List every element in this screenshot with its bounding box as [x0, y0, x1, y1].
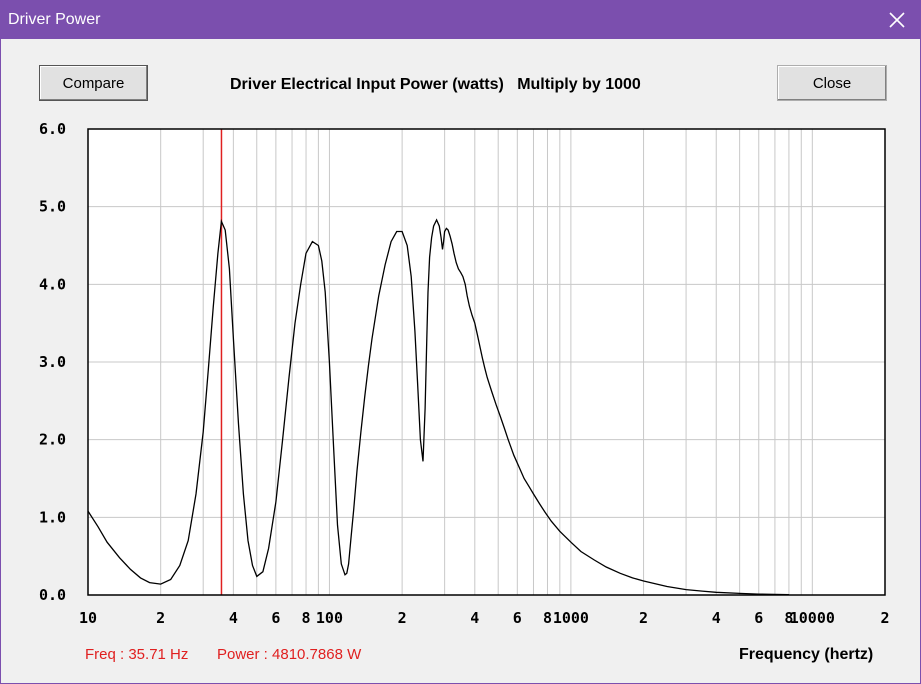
- x-tick-label: 4: [470, 609, 479, 627]
- x-tick-label: 2: [156, 609, 165, 627]
- x-tick-label: 6: [513, 609, 522, 627]
- y-tick-label: 6.0: [39, 120, 66, 138]
- driver-power-window: Driver Power Compare Driver Electrical I…: [0, 0, 921, 684]
- x-tick-label: 8: [543, 609, 552, 627]
- freq-readout: Freq : 35.71 Hz: [85, 646, 189, 663]
- x-tick-label: 1000: [553, 609, 589, 627]
- y-tick-label: 4.0: [39, 275, 66, 293]
- x-tick-label: 6: [271, 609, 280, 627]
- power-chart: 0.01.02.03.04.05.06.010 2 4 6 8 100 2 4 6 8 1000 2 4…: [39, 120, 890, 627]
- x-tick-label: 2: [398, 609, 407, 627]
- y-tick-label: 0.0: [39, 586, 66, 604]
- y-tick-label: 2.0: [39, 431, 66, 449]
- x-axis-label: Frequency (hertz): [739, 646, 874, 663]
- x-tick-label: 8: [302, 609, 311, 627]
- x-tick-label: 6: [754, 609, 763, 627]
- x-tick-label: 4: [229, 609, 238, 627]
- x-tick-label: 10: [79, 609, 97, 627]
- x-tick-label: 10000: [790, 609, 835, 627]
- y-tick-label: 5.0: [39, 198, 66, 216]
- power-readout: Power : 4810.7868 W: [217, 646, 362, 663]
- x-tick-label: 2: [639, 609, 648, 627]
- y-tick-label: 3.0: [39, 353, 66, 371]
- x-tick-label: 4: [712, 609, 721, 627]
- x-tick-label: 100: [316, 609, 343, 627]
- x-tick-label: 2: [880, 609, 889, 627]
- y-tick-label: 1.0: [39, 508, 66, 526]
